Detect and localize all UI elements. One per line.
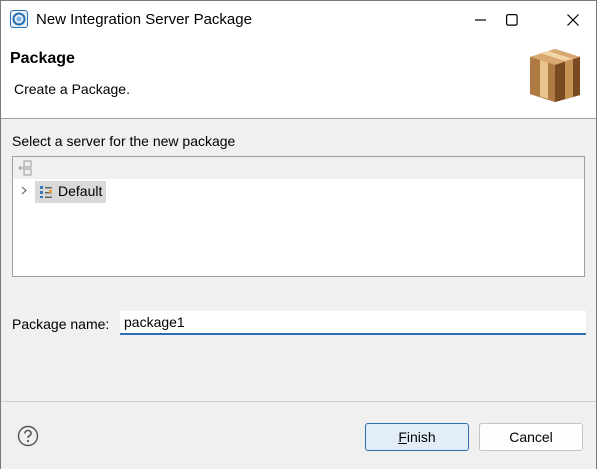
maximize-button[interactable] (489, 1, 535, 39)
cancel-button[interactable]: Cancel (479, 423, 583, 451)
dialog-window: New Integration Server Package Package C… (0, 0, 597, 469)
package-name-label: Package name: (12, 316, 110, 332)
window-title: New Integration Server Package (36, 11, 252, 28)
server-tree[interactable]: Default (12, 156, 585, 277)
server-icon (40, 186, 52, 198)
wizard-title: Package (10, 50, 75, 67)
tree-item-label: Default (58, 183, 103, 199)
wizard-header: Package Create a Package. (1, 39, 596, 119)
finish-mnemonic: F (398, 429, 407, 445)
minimize-icon (475, 19, 486, 21)
app-icon (10, 10, 28, 28)
maximize-icon (506, 14, 518, 26)
wizard-description: Create a Package. (14, 81, 130, 97)
server-tree-label: Select a server for the new package (12, 133, 236, 149)
help-icon[interactable] (17, 425, 39, 447)
package-name-input[interactable] (120, 311, 586, 335)
wizard-content: Select a server for the new package Defa… (1, 119, 596, 401)
tree-node-default[interactable]: Default (35, 181, 107, 203)
collapse-tree-icon[interactable] (18, 160, 34, 176)
tree-toolbar (13, 157, 584, 179)
finish-button[interactable]: Finish (365, 423, 469, 451)
chevron-right-icon[interactable] (21, 186, 27, 195)
dialog-footer: Finish Cancel (1, 401, 596, 469)
close-button[interactable] (550, 1, 596, 39)
finish-label: inish (406, 429, 436, 445)
title-bar[interactable]: New Integration Server Package (1, 1, 596, 39)
package-box-icon (530, 49, 580, 102)
close-icon (567, 14, 579, 26)
tree-item-default[interactable]: Default (13, 180, 584, 203)
